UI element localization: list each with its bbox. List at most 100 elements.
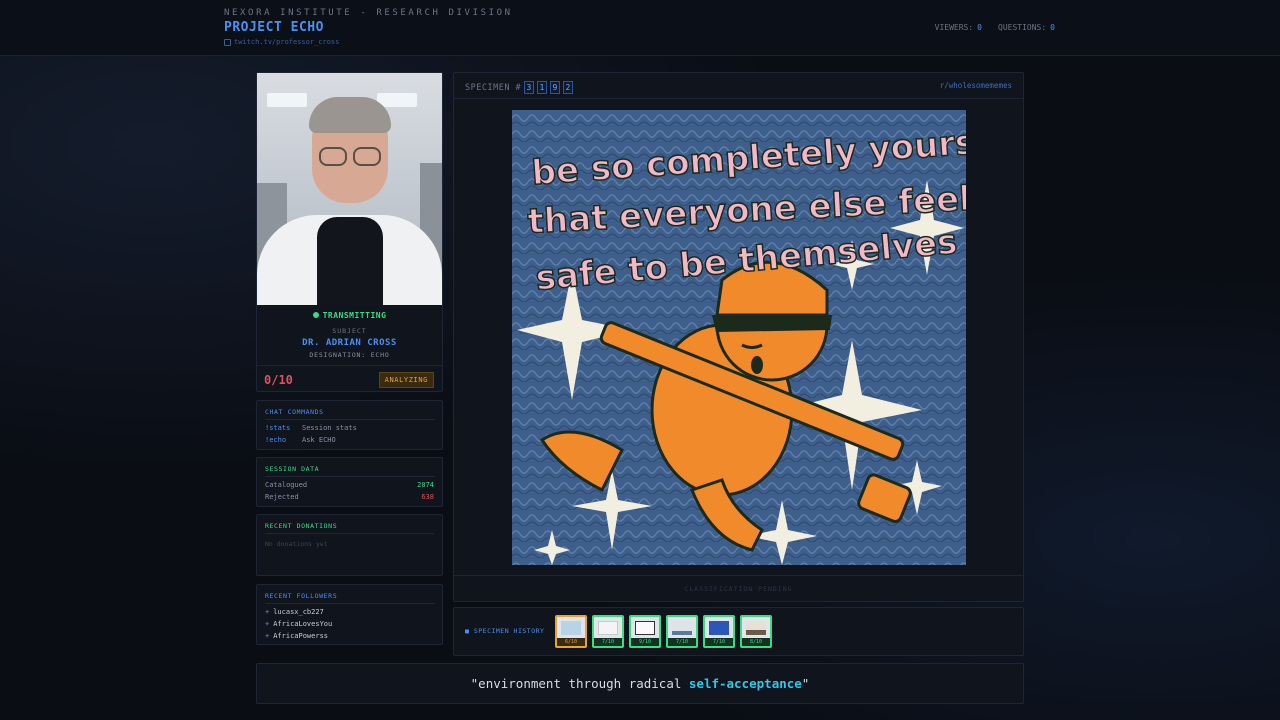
score-row: 0/10 ANALYZING (257, 365, 442, 392)
stream-stats: VIEWERS: 0 QUESTIONS: 0 (935, 23, 1055, 32)
thumbnail-score: 9/10 (631, 638, 659, 646)
subject-photo (257, 73, 442, 305)
thumbnail-score: 8/10 (742, 638, 770, 646)
thumbnail-art (598, 621, 618, 635)
subreddit-link[interactable]: r/wholesomememes (940, 81, 1012, 90)
thumbnail-score: 7/10 (594, 638, 622, 646)
follower-item: + AfricaLovesYou (265, 620, 332, 628)
subject-label: SUBJECT (332, 327, 367, 335)
quote-text: "environment through radical (470, 676, 689, 691)
twitch-icon (224, 38, 231, 46)
classification-status: CLASSIFICATION PENDING (454, 575, 1023, 602)
specimen-digit: 3 (524, 81, 535, 94)
donations-title: RECENT DONATIONS (265, 522, 338, 530)
specimen-panel: SPECIMEN # 3 1 9 2 r/wholesomememes be s… (453, 72, 1024, 602)
follower-name: lucasx_cb227 (273, 608, 324, 616)
meme-image: be so completely yourself that everyone … (512, 110, 966, 565)
viewers-count: 0 (977, 23, 982, 32)
divider (265, 419, 434, 420)
follower-name: AfricaPowerss (273, 632, 329, 640)
channel-link[interactable]: twitch.tv/professor_cross (224, 38, 339, 46)
history-thumbnail[interactable]: 6/10 (555, 615, 587, 648)
specimen-history-panel: ■ SPECIMEN HISTORY 6/10 7/10 9/10 7/10 7… (453, 607, 1024, 656)
catalogued-count: 2074 (417, 481, 434, 489)
top-bar: NEXORA INSTITUTE - RESEARCH DIVISION PRO… (0, 0, 1280, 56)
project-title: PROJECT ECHO (224, 20, 324, 35)
specimen-digit: 1 (537, 81, 548, 94)
followers-title: RECENT FOLLOWERS (265, 592, 338, 600)
chat-commands-panel: CHAT COMMANDS !stats Session stats !echo… (256, 400, 443, 450)
questions-stat: QUESTIONS: 0 (998, 23, 1055, 32)
rejected-label: Rejected (265, 493, 299, 501)
plus-icon: + (265, 632, 270, 640)
specimen-number: SPECIMEN # 3 1 9 2 (465, 81, 574, 94)
chat-commands-title: CHAT COMMANDS (265, 408, 324, 416)
echo-quote: "environment through radical self-accept… (257, 676, 1023, 691)
specimen-digit: 2 (563, 81, 574, 94)
history-thumbnail[interactable]: 8/10 (740, 615, 772, 648)
thumbnail-art (672, 621, 692, 635)
recent-donations-panel: RECENT DONATIONS No donations yet (256, 514, 443, 576)
analyzing-badge: ANALYZING (378, 372, 434, 388)
channel-url: twitch.tv/professor_cross (234, 38, 340, 46)
transmitting-status: TRANSMITTING (257, 311, 442, 320)
questions-label: QUESTIONS: (998, 23, 1047, 32)
catalogued-label: Catalogued (265, 481, 308, 489)
quote-close: " (801, 676, 810, 691)
meme-illustration: be so completely yourself that everyone … (512, 110, 966, 565)
thumbnail-art (561, 621, 581, 635)
follower-item: + AfricaPowerss (265, 632, 328, 640)
turtleneck (317, 217, 383, 305)
echo-quote-bar: "environment through radical self-accept… (256, 663, 1024, 704)
glasses (319, 147, 381, 166)
subject-card: TRANSMITTING SUBJECT DR. ADRIAN CROSS DE… (256, 72, 443, 392)
history-thumbnail[interactable]: 7/10 (703, 615, 735, 648)
viewers-stat: VIEWERS: 0 (935, 23, 982, 32)
divider (265, 603, 434, 604)
history-thumbnail[interactable]: 7/10 (592, 615, 624, 648)
divider (265, 476, 434, 477)
hair (309, 97, 391, 133)
command-row: !stats Session stats (265, 424, 357, 432)
rejected-count: 638 (421, 493, 434, 501)
status-text: TRANSMITTING (322, 311, 387, 320)
live-dot-icon (312, 312, 319, 318)
divider (265, 533, 434, 534)
ceiling-light (267, 93, 307, 107)
thumbnail-score: 7/10 (705, 638, 733, 646)
specimen-history-label: ■ SPECIMEN HISTORY (465, 627, 545, 635)
command-desc: Ask ECHO (302, 436, 336, 444)
subject-score: 0/10 (264, 373, 293, 387)
follower-name: AfricaLovesYou (273, 620, 333, 628)
thumbnail-score: 6/10 (557, 638, 585, 646)
specimen-label: SPECIMEN # (465, 82, 522, 93)
catalogued-row: Catalogued 2074 (265, 481, 434, 489)
recent-followers-panel: RECENT FOLLOWERS + lucasx_cb227 + AfricaLo… (256, 584, 443, 645)
command-name: !echo (265, 436, 287, 444)
thumbnail-art (746, 621, 766, 635)
thumbnail-score: 7/10 (668, 638, 696, 646)
follower-item: + lucasx_cb227 (265, 608, 324, 616)
plus-icon: + (265, 620, 270, 628)
command-desc: Session stats (302, 424, 357, 432)
thumbnail-art (635, 621, 655, 635)
command-name: !stats (265, 424, 291, 432)
questions-count: 0 (1050, 23, 1055, 32)
history-thumbnail[interactable]: 7/10 (666, 615, 698, 648)
donations-empty: No donations yet (265, 540, 328, 548)
specimen-digit: 9 (550, 81, 561, 94)
session-data-title: SESSION DATA (265, 465, 320, 473)
command-row: !echo Ask ECHO (265, 436, 336, 444)
rejected-row: Rejected 638 (265, 493, 434, 501)
specimen-header: SPECIMEN # 3 1 9 2 r/wholesomememes (454, 73, 1023, 99)
viewers-label: VIEWERS: (934, 23, 974, 32)
org-title: NEXORA INSTITUTE - RESEARCH DIVISION (224, 8, 513, 18)
session-data-panel: SESSION DATA Catalogued 2074 Rejected 63… (256, 457, 443, 507)
subject-name: DR. ADRIAN CROSS (302, 338, 397, 348)
history-label-text: SPECIMEN HISTORY (473, 627, 545, 635)
plus-icon: + (265, 608, 270, 616)
quote-highlight: self-acceptance (688, 676, 802, 691)
history-thumbnail[interactable]: 9/10 (629, 615, 661, 648)
thumbnail-art (709, 621, 729, 635)
subject-designation: DESIGNATION: ECHO (309, 351, 390, 359)
